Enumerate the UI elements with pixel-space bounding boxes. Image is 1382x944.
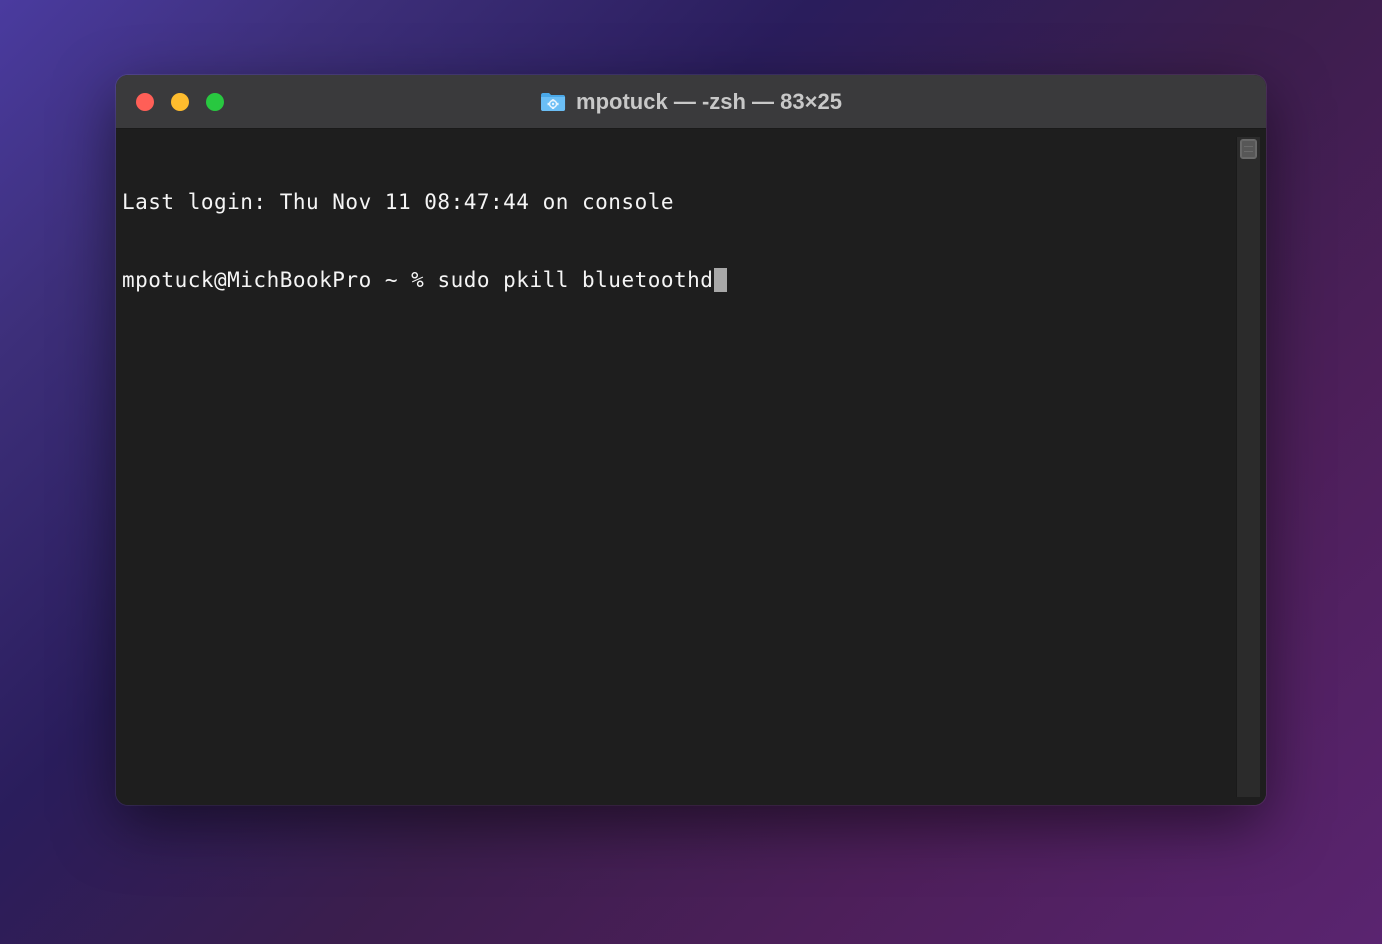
window-titlebar: mpotuck — -zsh — 83×25 bbox=[116, 75, 1266, 129]
terminal-body[interactable]: Last login: Thu Nov 11 08:47:44 on conso… bbox=[116, 129, 1266, 805]
cursor bbox=[714, 268, 727, 292]
shell-prompt: mpotuck@MichBookPro ~ % bbox=[122, 267, 437, 293]
scrollbar-track[interactable] bbox=[1236, 137, 1260, 797]
prompt-line: mpotuck@MichBookPro ~ % sudo pkill bluet… bbox=[122, 267, 1236, 293]
close-button[interactable] bbox=[136, 93, 154, 111]
minimize-button[interactable] bbox=[171, 93, 189, 111]
terminal-content[interactable]: Last login: Thu Nov 11 08:47:44 on conso… bbox=[122, 137, 1236, 797]
command-text: sudo pkill bluetoothd bbox=[437, 267, 713, 293]
scrollbar-thumb[interactable] bbox=[1240, 139, 1257, 159]
last-login-line: Last login: Thu Nov 11 08:47:44 on conso… bbox=[122, 189, 1236, 215]
terminal-window: mpotuck — -zsh — 83×25 Last login: Thu N… bbox=[116, 75, 1266, 805]
window-title: mpotuck — -zsh — 83×25 bbox=[540, 89, 842, 115]
maximize-button[interactable] bbox=[206, 93, 224, 111]
traffic-lights bbox=[116, 93, 224, 111]
folder-icon bbox=[540, 91, 566, 113]
window-title-text: mpotuck — -zsh — 83×25 bbox=[576, 89, 842, 115]
